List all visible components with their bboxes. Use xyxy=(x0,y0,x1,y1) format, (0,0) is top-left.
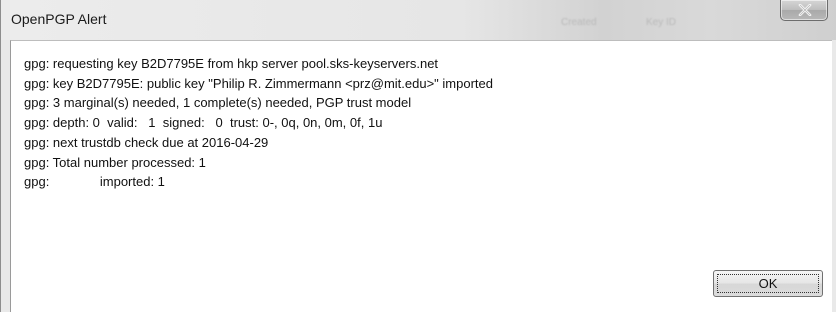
message-line: gpg: 3 marginal(s) needed, 1 complete(s)… xyxy=(24,95,412,111)
close-button[interactable] xyxy=(780,0,828,21)
message-line: gpg: Total number processed: 1 xyxy=(24,154,206,170)
window-title: OpenPGP Alert xyxy=(11,11,107,27)
message-line: gpg: next trustdb check due at 2016-04-2… xyxy=(24,134,269,150)
alert-dialog: OpenPGP Alert Created Key ID gpg: reques… xyxy=(0,0,836,312)
message-line: gpg: depth: 0 valid: 1 signed: 0 trust: … xyxy=(24,115,383,131)
ok-button-label: OK xyxy=(758,276,778,291)
background-column-header: Created xyxy=(561,17,597,28)
message-line: gpg: imported: 1 xyxy=(24,174,165,190)
message-line: gpg: key B2D7795E: public key "Philip R.… xyxy=(24,75,493,91)
gpg-output: gpg: requesting key B2D7795E from hkp se… xyxy=(24,54,493,192)
ok-button[interactable]: OK xyxy=(713,270,823,297)
background-column-header: Key ID xyxy=(646,17,677,28)
message-line: gpg: requesting key B2D7795E from hkp se… xyxy=(24,56,439,71)
title-bar[interactable]: OpenPGP Alert Created Key ID xyxy=(1,0,836,40)
message-area: gpg: requesting key B2D7795E from hkp se… xyxy=(10,40,832,312)
close-icon xyxy=(798,4,812,16)
